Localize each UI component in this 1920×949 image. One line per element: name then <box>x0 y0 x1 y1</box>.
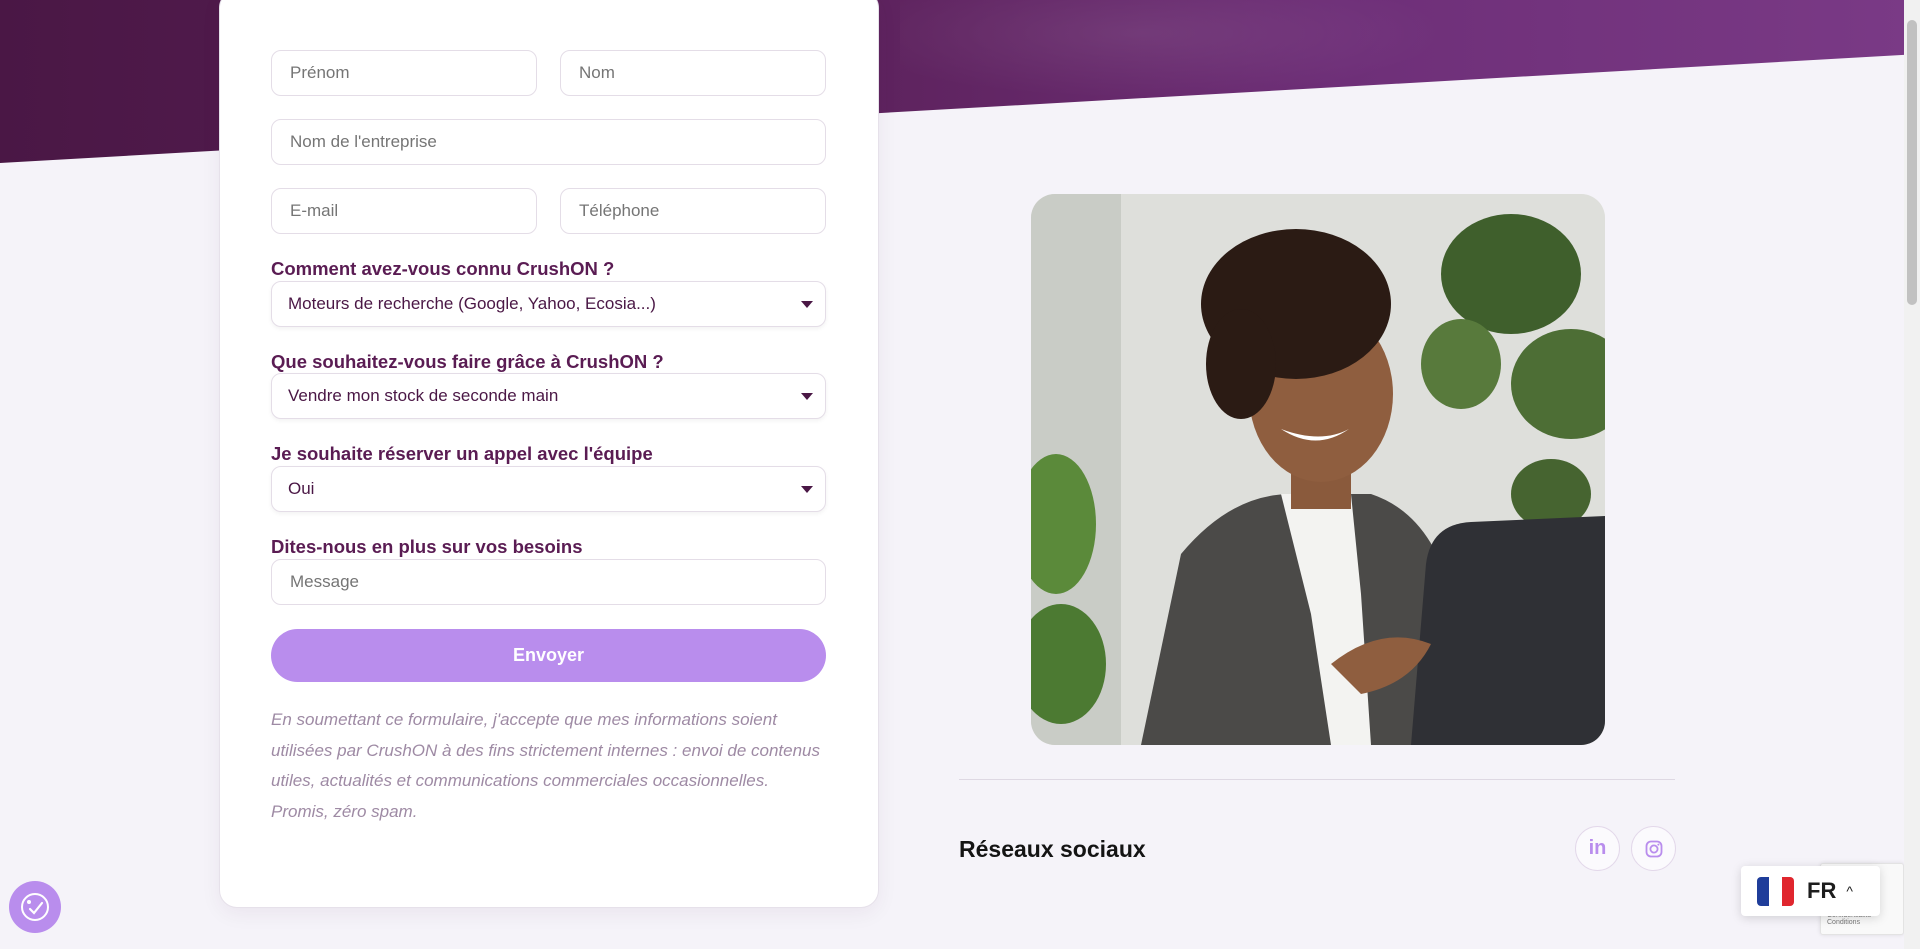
legal-consent-text: En soumettant ce formulaire, j'accepte q… <box>271 710 820 821</box>
dropdown-caret-icon <box>801 486 813 493</box>
scrollbar-thumb[interactable] <box>1907 20 1917 305</box>
email-input[interactable] <box>271 188 537 234</box>
linkedin-icon[interactable]: in <box>1575 826 1620 871</box>
call-question-label: Je souhaite réserver un appel avec l'équ… <box>271 443 653 464</box>
source-select-value: Moteurs de recherche (Google, Yahoo, Eco… <box>288 294 656 313</box>
last-name-input[interactable] <box>560 50 826 96</box>
call-select[interactable]: Oui <box>271 466 826 512</box>
goal-question-label: Que souhaitez-vous faire grâce à CrushON… <box>271 351 664 372</box>
needs-question-label: Dites-nous en plus sur vos besoins <box>271 536 583 557</box>
dropdown-caret-icon <box>801 301 813 308</box>
instagram-glyph <box>1645 840 1662 857</box>
goal-select[interactable]: Vendre mon stock de seconde main <box>271 373 826 419</box>
message-input[interactable] <box>271 559 826 605</box>
call-select-value: Oui <box>288 479 315 498</box>
section-divider <box>959 779 1675 780</box>
france-flag-icon <box>1757 876 1794 906</box>
accessibility-glyph <box>21 893 49 921</box>
submit-button[interactable]: Envoyer <box>271 629 826 682</box>
language-code: FR <box>1807 878 1837 903</box>
phone-input[interactable] <box>560 188 826 234</box>
photo-illustration <box>1031 194 1605 745</box>
social-networks-title: Réseaux sociaux <box>959 836 1146 862</box>
chevron-up-icon: ^ <box>1846 883 1853 899</box>
first-name-input[interactable] <box>271 50 537 96</box>
language-switcher[interactable]: FR ^ <box>1741 866 1880 916</box>
goal-select-value: Vendre mon stock de seconde main <box>288 386 559 405</box>
page-scrollbar[interactable] <box>1904 0 1920 949</box>
accessibility-icon[interactable] <box>9 881 61 933</box>
dropdown-caret-icon <box>801 393 813 400</box>
company-input[interactable] <box>271 119 826 165</box>
source-question-label: Comment avez-vous connu CrushON ? <box>271 258 615 279</box>
instagram-icon[interactable] <box>1631 826 1676 871</box>
woman-laptop-photo <box>1031 194 1605 745</box>
source-select[interactable]: Moteurs de recherche (Google, Yahoo, Eco… <box>271 281 826 327</box>
